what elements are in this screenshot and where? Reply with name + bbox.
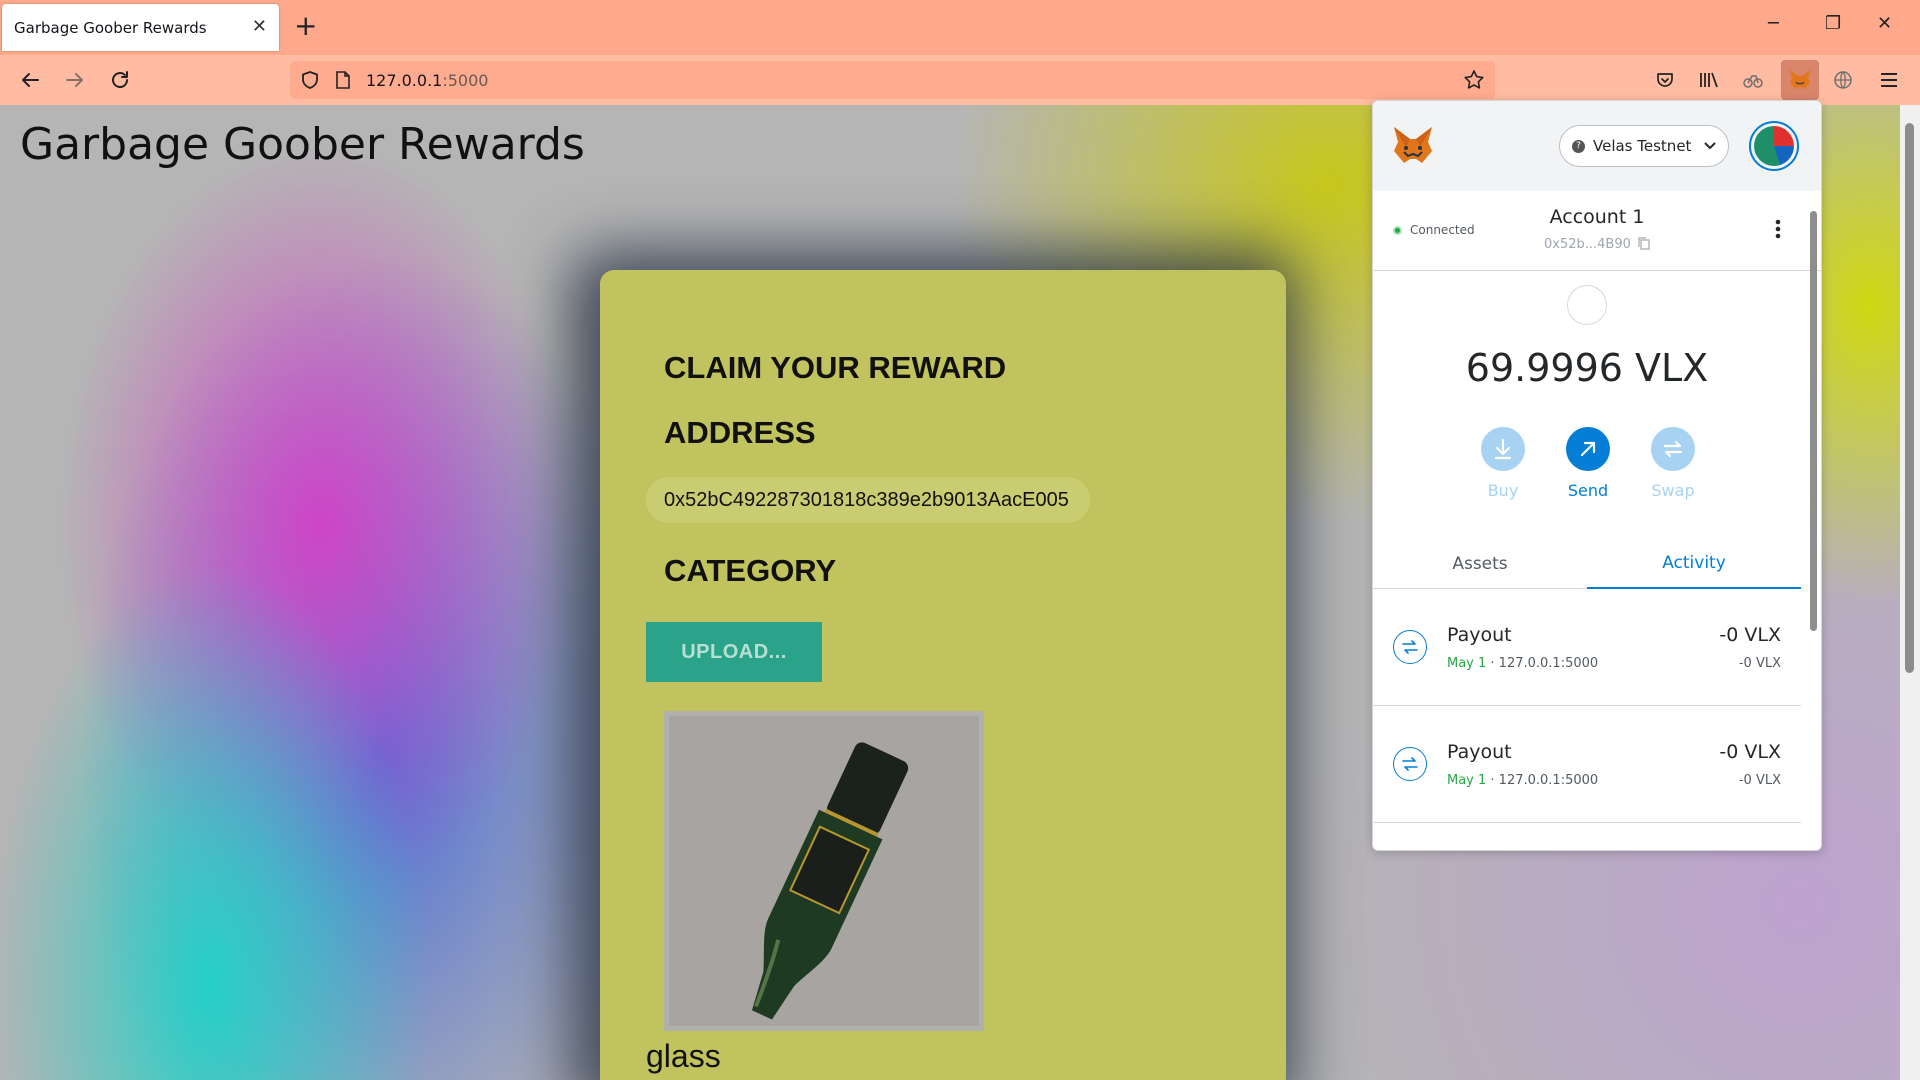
metamask-extension-button[interactable] [1781, 60, 1819, 100]
network-selector[interactable]: ? Velas Testnet [1559, 125, 1729, 167]
url-port: :5000 [442, 71, 489, 90]
transaction-date: May 1 [1447, 656, 1487, 671]
account-name[interactable]: Account 1 [1373, 206, 1821, 228]
minimize-button[interactable]: ─ [1768, 13, 1779, 34]
page-scrollbar-thumb[interactable] [1905, 123, 1914, 673]
url-host: 127.0.0.1 [366, 71, 443, 90]
bookmark-star-icon[interactable] [1463, 69, 1485, 91]
tab-close-icon[interactable]: ✕ [252, 16, 267, 37]
category-result: glass [646, 1038, 721, 1074]
transaction-origin: · 127.0.0.1:5000 [1486, 773, 1599, 788]
metamask-fox-icon [1790, 70, 1810, 89]
back-button[interactable] [15, 65, 45, 95]
account-options-icon[interactable] [1773, 219, 1783, 239]
address-heading: ADDRESS [664, 415, 816, 450]
chevron-down-icon [1704, 142, 1717, 150]
network-name: Velas Testnet [1593, 137, 1692, 155]
account-address-text: 0x52b...4B90 [1543, 237, 1631, 252]
copy-icon[interactable] [1638, 237, 1650, 250]
address-input[interactable]: 0x52bC492287301818c389e2b9013AacE005 [646, 477, 1090, 523]
transaction-title: Payout [1447, 624, 1512, 646]
claim-heading: CLAIM YOUR REWARD [664, 350, 1007, 385]
network-icon: ? [1572, 139, 1585, 153]
nav-toolbar: 127.0.0.1:5000 [0, 55, 1920, 105]
pocket-icon[interactable] [1652, 67, 1678, 93]
send-action[interactable]: Send [1548, 427, 1628, 500]
buy-label: Buy [1487, 481, 1519, 500]
account-avatar[interactable] [1749, 121, 1799, 171]
download-icon [1481, 427, 1525, 471]
transaction-subtitle: May 1 · 127.0.0.1:5000 [1447, 773, 1598, 788]
swap-label: Swap [1651, 481, 1695, 500]
transaction-amount-secondary: -0 VLX [1738, 773, 1781, 788]
page-icon[interactable] [334, 70, 352, 90]
tab-title: Garbage Goober Rewards [14, 18, 207, 37]
transaction-title: Payout [1447, 741, 1512, 763]
metamask-header: ? Velas Testnet [1373, 101, 1821, 191]
tab-garbage-goober[interactable]: Garbage Goober Rewards ✕ [2, 4, 279, 51]
back-arrow-icon [22, 73, 39, 87]
buy-action[interactable]: Buy [1463, 427, 1543, 500]
transaction-swap-icon [1393, 747, 1427, 781]
transaction-swap-icon [1393, 630, 1427, 664]
transaction-amount-secondary: -0 VLX [1738, 656, 1781, 671]
extension-puzzle-icon[interactable] [1740, 67, 1766, 93]
app-menu-icon[interactable] [1876, 67, 1902, 93]
send-label: Send [1567, 481, 1609, 500]
reward-card: CLAIM YOUR REWARD ADDRESS 0x52bC49228730… [600, 270, 1286, 1080]
globe-icon[interactable] [1830, 67, 1856, 93]
arrow-up-right-icon [1566, 427, 1610, 471]
reload-button[interactable] [105, 65, 135, 95]
upload-button[interactable]: UPLOAD... [646, 622, 822, 682]
transaction-date: May 1 [1447, 773, 1487, 788]
metamask-popup: ? Velas Testnet Connected Account 1 0x52… [1372, 100, 1822, 851]
tab-assets[interactable]: Assets [1373, 539, 1587, 589]
account-address[interactable]: 0x52b...4B90 [1373, 237, 1821, 252]
close-window-button[interactable]: ✕ [1877, 13, 1892, 34]
page-scrollbar[interactable] [1900, 105, 1920, 1080]
balance: 69.9996 VLX [1465, 346, 1709, 390]
transaction-subtitle: May 1 · 127.0.0.1:5000 [1447, 656, 1598, 671]
url-bar[interactable]: 127.0.0.1:5000 [290, 61, 1495, 99]
transaction-amount: -0 VLX [1719, 624, 1781, 646]
new-tab-button[interactable]: + [294, 10, 317, 42]
url-text[interactable]: 127.0.0.1:5000 [366, 71, 488, 90]
token-icon [1567, 285, 1607, 325]
tab-strip: Garbage Goober Rewards ✕ + ─ ❐ ✕ [0, 0, 1920, 55]
metamask-scrollbar[interactable] [1810, 211, 1817, 631]
metamask-tabs: Assets Activity [1373, 539, 1801, 589]
category-heading: CATEGORY [664, 553, 837, 588]
uploaded-image-preview [664, 711, 984, 1031]
swap-icon [1651, 427, 1695, 471]
forward-arrow-icon [66, 73, 83, 87]
transaction-origin: · 127.0.0.1:5000 [1486, 656, 1599, 671]
transaction-amount: -0 VLX [1719, 741, 1781, 763]
tab-activity[interactable]: Activity [1587, 539, 1801, 589]
glass-bottle-image [669, 716, 979, 1026]
shield-icon[interactable] [300, 70, 320, 90]
transaction-item[interactable]: Payout May 1 · 127.0.0.1:5000 -0 VLX -0 … [1373, 707, 1801, 823]
library-icon[interactable] [1696, 67, 1722, 93]
reload-icon [112, 71, 128, 88]
transaction-item[interactable]: Payout May 1 · 127.0.0.1:5000 -0 VLX -0 … [1373, 590, 1801, 706]
account-identicon [1754, 126, 1794, 166]
forward-button[interactable] [60, 65, 90, 95]
metamask-logo-icon[interactable] [1391, 126, 1435, 166]
swap-action[interactable]: Swap [1633, 427, 1713, 500]
restore-button[interactable]: ❐ [1825, 13, 1841, 34]
page-title: Garbage Goober Rewards [20, 119, 585, 170]
account-bar: Connected Account 1 0x52b...4B90 [1373, 191, 1821, 271]
